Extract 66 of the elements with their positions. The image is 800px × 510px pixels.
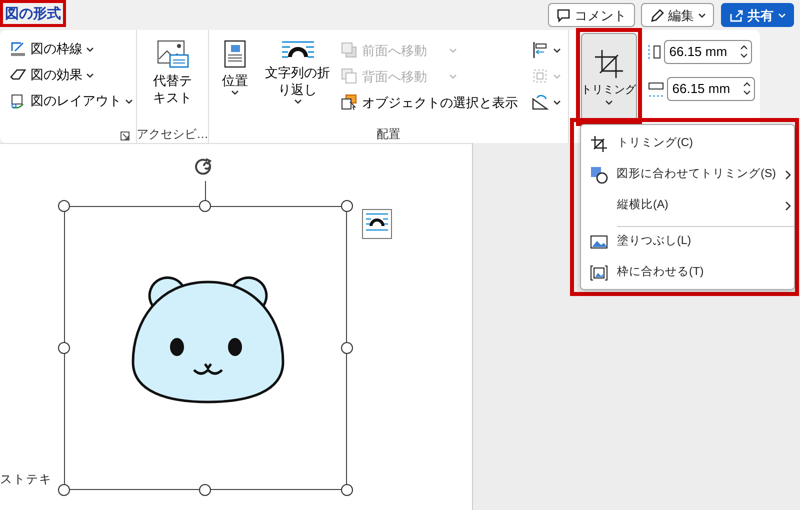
- chevron-icon: [231, 89, 239, 96]
- spinner-icon[interactable]: [743, 80, 752, 96]
- resize-handle[interactable]: [58, 200, 70, 212]
- chevron-icon: [553, 46, 561, 54]
- ribbon-button[interactable]: 図のレイアウト: [6, 88, 130, 114]
- group-label: アクセシビ…: [136, 127, 208, 141]
- height-icon: [648, 44, 661, 60]
- chevron-icon: [294, 98, 302, 106]
- menu-item[interactable]: トリミング(C): [581, 128, 794, 159]
- body-text: ストテキ: [0, 471, 52, 488]
- alt-text-button[interactable]: 代替テキスト: [146, 34, 200, 112]
- chevron-icon: [86, 72, 94, 78]
- chevron-icon: [125, 98, 134, 104]
- position-icon: [222, 39, 248, 69]
- crop-icon: [594, 48, 624, 79]
- share-icon: [728, 8, 744, 23]
- chevron-icon: [449, 46, 457, 54]
- rotate-icon: [531, 93, 549, 112]
- share-button[interactable]: 共有: [720, 3, 794, 28]
- chevron-icon: [553, 98, 561, 106]
- resize-handle[interactable]: [341, 484, 353, 496]
- ribbon-button[interactable]: オブジェクトの選択と表示: [340, 89, 518, 116]
- chevron-icon: [778, 12, 786, 19]
- resize-handle[interactable]: [199, 484, 211, 496]
- pencil-icon: [649, 8, 664, 23]
- align-icon: [531, 41, 549, 60]
- chevron-icon: [604, 98, 612, 106]
- group-label: 配置: [376, 127, 400, 141]
- pen-line-icon: [9, 40, 26, 58]
- layout-options-button[interactable]: [362, 209, 392, 239]
- spinner-icon[interactable]: [740, 44, 748, 59]
- wrap-text-button[interactable]: 文字列の折り返し: [262, 34, 334, 116]
- menu-item[interactable]: 図形に合わせてトリミング(S): [581, 159, 794, 190]
- resize-handle[interactable]: [341, 342, 353, 354]
- comment-button[interactable]: コメント: [548, 3, 634, 28]
- ribbon-button[interactable]: 図の効果: [6, 62, 130, 88]
- menu-item[interactable]: 縦横比(A): [581, 190, 794, 221]
- layout-icon: [9, 92, 26, 110]
- resize-handle[interactable]: [58, 484, 70, 496]
- resize-handle[interactable]: [58, 342, 70, 354]
- chevron-icon: [553, 72, 561, 80]
- ribbon-button[interactable]: 図の枠線: [6, 36, 130, 62]
- shape-icon: [590, 166, 608, 184]
- size-field[interactable]: 66.15 mm: [667, 76, 756, 101]
- dialog-launcher-icon[interactable]: [120, 131, 130, 141]
- alt-text-icon: [156, 39, 190, 69]
- image-icon: [590, 232, 608, 250]
- crop-icon: [590, 134, 608, 152]
- resize-handle[interactable]: [341, 200, 353, 212]
- chevron-icon: [698, 12, 706, 19]
- wrap-text-icon: [280, 39, 316, 61]
- chevron-icon: [86, 46, 94, 52]
- width-icon: [648, 80, 664, 97]
- size-field[interactable]: 66.15 mm: [664, 40, 752, 64]
- edit-button[interactable]: 編集: [641, 3, 714, 28]
- layers-icon: [340, 41, 358, 60]
- comment-icon: [556, 8, 570, 23]
- resize-handle[interactable]: [199, 200, 211, 212]
- group-icon: [531, 67, 549, 86]
- selection-pane-icon: [340, 93, 358, 112]
- chevron-icon: [449, 72, 457, 80]
- layers-icon: [340, 67, 358, 86]
- menu-item[interactable]: 枠に合わせる(T): [581, 257, 794, 288]
- position-button[interactable]: 位置: [215, 34, 255, 116]
- ribbon-tab[interactable]: 図の形式: [0, 0, 66, 27]
- image-icon: [590, 264, 608, 282]
